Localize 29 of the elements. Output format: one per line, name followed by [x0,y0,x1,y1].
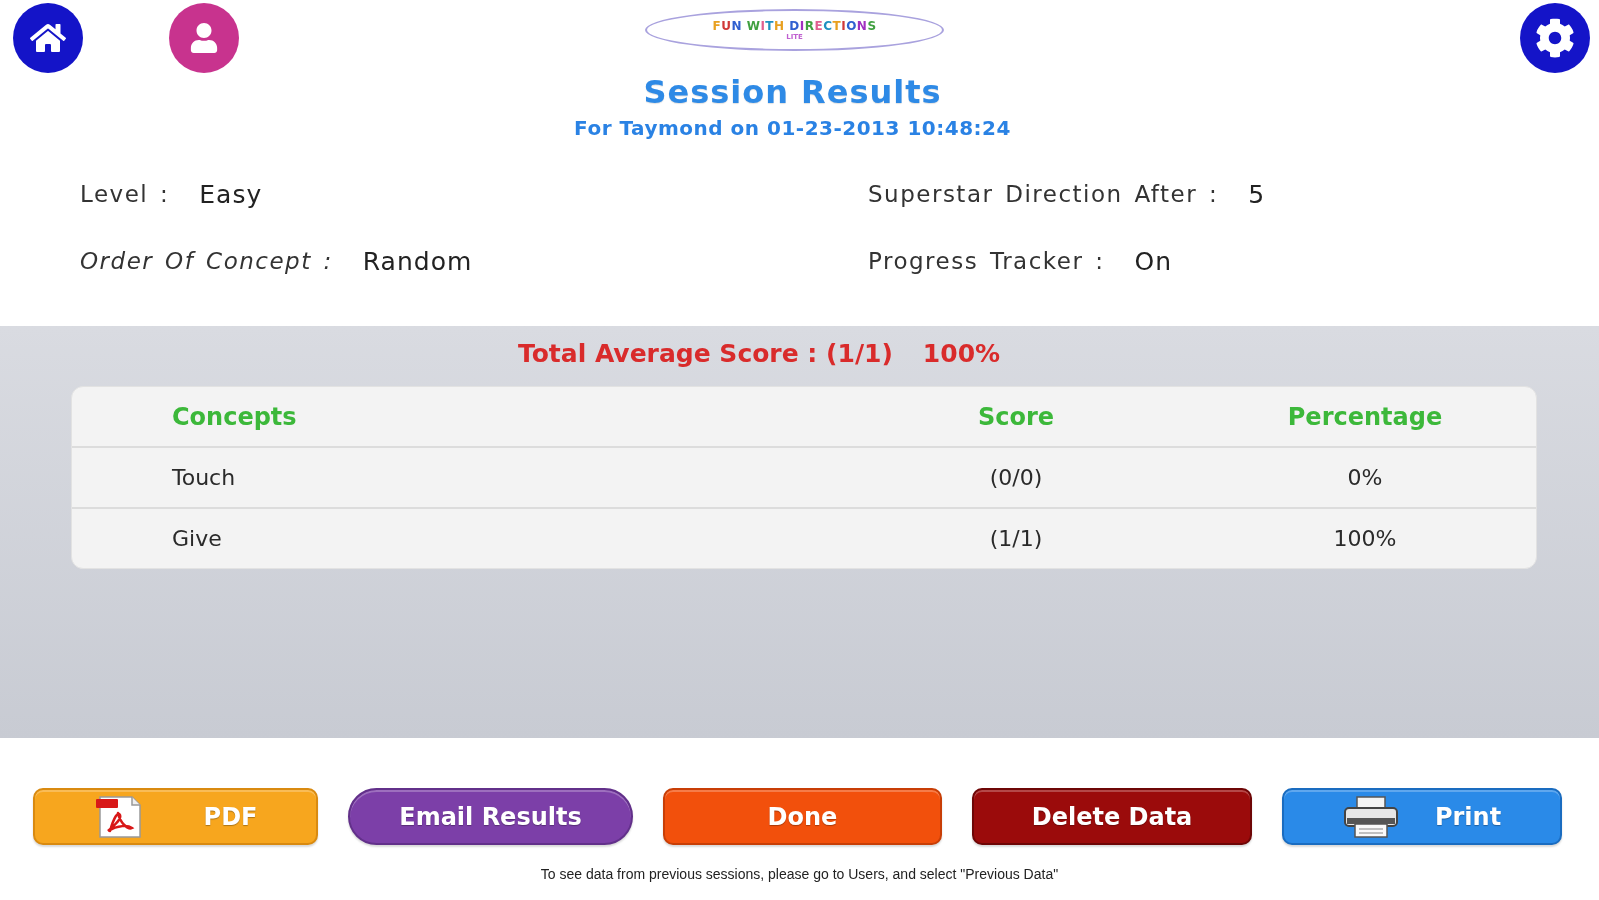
print-button[interactable]: Print [1282,788,1562,845]
logo-title: FUN WITH DIRECTIONS [712,19,877,33]
total-score-value: 100% [922,338,1001,368]
table-cell: Touch [172,465,236,490]
setting-label: Order Of Concept : [80,248,333,274]
table-cell: (0/0) [989,465,1043,490]
setting-value: Random [362,246,473,276]
table-cell: 100% [1333,526,1397,551]
total-score-label: Total Average Score : (1/1) [517,338,893,368]
table-cell: (1/1) [989,526,1043,551]
table-cell: Give [172,526,222,551]
setting-value: 5 [1248,179,1266,209]
page-title: Session Results [643,74,942,110]
email-results-button[interactable]: Email Results [348,788,633,845]
column-header: Score [977,402,1055,431]
column-header: Percentage [1287,402,1443,431]
table-cell: 0% [1347,465,1383,490]
setting-label: Progress Tracker : [868,248,1105,274]
footer-note: To see data from previous sessions, please go to Users, and select "Previous Data" [540,866,1059,882]
pdf-button[interactable]: PDF [33,788,318,845]
delete-data-button[interactable]: Delete Data [972,788,1252,845]
setting-label: Level : [80,181,170,207]
session-subtitle: For Taymond on 01-23-2013 10:48:24 [574,116,1011,140]
setting-value: Easy [199,179,263,209]
setting-value: On [1134,246,1173,276]
setting-label: Superstar Direction After : [868,181,1219,207]
column-header: Concepts [172,402,297,431]
done-button[interactable]: Done [663,788,942,845]
printer-icon [1342,795,1399,838]
